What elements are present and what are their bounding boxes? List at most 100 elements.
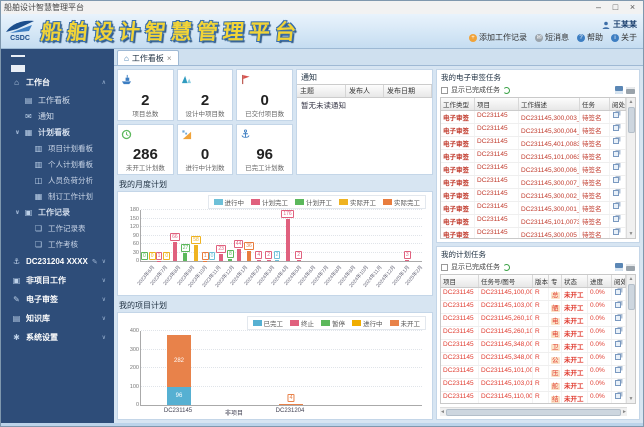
- table-row[interactable]: DC231145 DC231145,260,101 R 电未开工 0.0%: [441, 314, 626, 327]
- table-row[interactable]: 电子审签DC231145DC231145,401,0083S_R 乘…待签名: [441, 137, 626, 150]
- table-row[interactable]: DC231145DC231145,101,004JSR压未开工0.0%: [441, 366, 626, 379]
- open-item-icon[interactable]: [613, 203, 619, 209]
- show-completed-checkbox[interactable]: [441, 263, 448, 271]
- table-row[interactable]: DC231145 DC231145,348,002 R 公未开工 0.0%: [441, 353, 626, 366]
- scroll-down-arrow[interactable]: ▼: [629, 230, 634, 238]
- scroll-thumb[interactable]: [627, 107, 635, 133]
- sidebar-item-电子审签[interactable]: ✎ 电子审签 ∨: [1, 290, 114, 309]
- open-item-icon[interactable]: [615, 393, 621, 399]
- header-action-add-record[interactable]: + 添加工作记录: [469, 32, 527, 43]
- vertical-scrollbar[interactable]: ▲ ▼: [626, 98, 635, 238]
- chevron-icon[interactable]: ∨: [102, 315, 106, 322]
- refresh-icon[interactable]: [503, 86, 510, 94]
- sidebar-item-个人计划看板[interactable]: ▥ 个人计划看板: [1, 156, 114, 172]
- kpi-card-not-started-clock[interactable]: 286 未开工计划数: [117, 123, 174, 175]
- current-user[interactable]: 王某某: [602, 19, 637, 30]
- table-row[interactable]: DC231145DC231145,100,001,01R总未开工0.0%: [441, 288, 626, 301]
- open-item-icon[interactable]: [615, 341, 621, 347]
- scroll-left-arrow[interactable]: ◄: [440, 409, 445, 415]
- menu-toggle-icon[interactable]: [11, 55, 25, 65]
- header-action-help[interactable]: ? 帮助: [577, 32, 603, 43]
- sidebar-item-工作记录表[interactable]: ❏ 工作记录表: [1, 220, 114, 236]
- open-item-icon[interactable]: [615, 302, 621, 308]
- open-item-icon[interactable]: [613, 190, 619, 196]
- scroll-up-arrow[interactable]: ▲: [629, 275, 634, 283]
- open-item-icon[interactable]: [613, 112, 619, 118]
- kpi-card-delivered-flag[interactable]: 0 已交付项目数: [236, 69, 293, 121]
- horizontal-scrollbar[interactable]: ◄ ►: [440, 407, 627, 416]
- chevron-icon[interactable]: ∨: [102, 277, 106, 284]
- open-item-icon[interactable]: [613, 177, 619, 183]
- sidebar-item-制订工作计划[interactable]: ▦ 制订工作计划: [1, 188, 114, 204]
- header-action-message[interactable]: ✉ 短消息: [535, 32, 569, 43]
- kpi-card-designing[interactable]: 2 设计中项目数: [176, 69, 234, 121]
- sidebar-item-工作看板[interactable]: ▤ 工作看板: [1, 92, 114, 108]
- vertical-scrollbar[interactable]: ▲ ▼: [626, 275, 635, 403]
- chevron-icon[interactable]: ∨: [102, 258, 106, 265]
- table-row[interactable]: DC231145 DC231145,103,012 R 舵未开工 0.0%: [441, 379, 626, 392]
- open-item-icon[interactable]: [615, 315, 621, 321]
- open-item-icon[interactable]: [615, 328, 621, 334]
- show-completed-checkbox[interactable]: [441, 86, 448, 94]
- sidebar-item-工作台[interactable]: ⌂ 工作台 ∧: [1, 73, 114, 92]
- kpi-card-finished-anchor[interactable]: 96 已完工计划数: [236, 123, 293, 175]
- twisty-icon[interactable]: ∨: [15, 209, 23, 216]
- table-row[interactable]: 电子审签DC231145DC231145,300,007_R 翼桥…待签名: [441, 176, 626, 189]
- table-row[interactable]: 电子审签DC231145DC231145,101,0073S_R 机…待签名: [441, 215, 626, 228]
- sidebar-item-人员负荷分析[interactable]: ◫ 人员负荷分析: [1, 172, 114, 188]
- tab-close-icon[interactable]: ×: [167, 54, 172, 63]
- kpi-card-in-progress[interactable]: 0 进行中计划数: [176, 123, 234, 175]
- table-row[interactable]: 电子审签DC231145DC231145,300,003_R B甲…待签名: [441, 111, 626, 124]
- table-row[interactable]: 电子审签DC231145DC231145,300,001_R 上甲…待签名: [441, 202, 626, 215]
- sidebar-item-知识库[interactable]: ▤ 知识库 ∨: [1, 309, 114, 328]
- open-item-icon[interactable]: [615, 367, 621, 373]
- header-action-about[interactable]: i 关于: [611, 32, 637, 43]
- sidebar-item-通知[interactable]: ✉ 通知: [1, 108, 114, 124]
- scroll-down-arrow[interactable]: ▼: [629, 395, 634, 403]
- open-item-icon[interactable]: [613, 164, 619, 170]
- sidebar-item-系统设置[interactable]: ✱ 系统设置 ∨: [1, 328, 114, 347]
- print-icon[interactable]: [626, 86, 635, 94]
- table-row[interactable]: 电子审签DC231145DC231145,300,006_R 舵甲…待签名: [441, 163, 626, 176]
- scroll-up-arrow[interactable]: ▲: [629, 98, 634, 106]
- chevron-icon[interactable]: ∨: [102, 296, 106, 303]
- open-item-icon[interactable]: [613, 229, 619, 235]
- chevron-icon[interactable]: ∨: [102, 334, 106, 341]
- scroll-thumb[interactable]: [445, 408, 622, 416]
- sidebar-item-工作考核[interactable]: ❏ 工作考核: [1, 236, 114, 252]
- refresh-icon[interactable]: [503, 263, 510, 271]
- table-row[interactable]: 电子审签DC231145DC231145,101,0063S_R 干…待签名: [441, 150, 626, 163]
- table-row[interactable]: DC231145 DC231145,348,001 R 卫未开工 0.0%: [441, 340, 626, 353]
- table-row[interactable]: 电子审签DC231145DC231145,300,005_R D甲…待签名: [441, 228, 626, 238]
- edit-icon[interactable]: ✎: [92, 258, 98, 266]
- table-row[interactable]: DC231145DC231145,110,008,01JSR结未开工0.0%: [441, 392, 626, 403]
- sidebar-item-计划看板[interactable]: ∨ ▦ 计划看板: [1, 124, 114, 140]
- kpi-card-project-total[interactable]: 2 项目总数: [117, 69, 174, 121]
- open-item-icon[interactable]: [613, 125, 619, 131]
- sidebar-item-项目计划看板[interactable]: ▥ 项目计划看板: [1, 140, 114, 156]
- sidebar-item-非项目工作[interactable]: ▣ 非项目工作 ∨: [1, 271, 114, 290]
- chevron-icon[interactable]: ∧: [102, 79, 106, 86]
- open-item-icon[interactable]: [613, 138, 619, 144]
- export-icon[interactable]: [615, 86, 623, 94]
- tab-workboard[interactable]: ⌂ 工作看板 ×: [117, 50, 179, 65]
- table-row[interactable]: 电子审签DC231145DC231145,300,004_R C甲…待签名: [441, 124, 626, 137]
- open-item-icon[interactable]: [615, 289, 621, 295]
- open-item-icon[interactable]: [615, 380, 621, 386]
- scroll-right-arrow[interactable]: ►: [622, 409, 627, 415]
- minimize-button[interactable]: –: [591, 2, 606, 13]
- twisty-icon[interactable]: ∨: [15, 129, 23, 136]
- print-icon[interactable]: [626, 263, 635, 271]
- open-item-icon[interactable]: [613, 216, 619, 222]
- open-item-icon[interactable]: [613, 151, 619, 157]
- scroll-thumb[interactable]: [627, 284, 635, 310]
- close-button[interactable]: ×: [625, 2, 640, 13]
- table-row[interactable]: DC231145 DC231145,103,005 R 舾未开工 0.0%: [441, 301, 626, 314]
- sidebar-item-DC231204 XXXX[interactable]: ⚓ DC231204 XXXX ✎ ∨: [1, 252, 114, 271]
- maximize-button[interactable]: □: [608, 2, 623, 13]
- open-item-icon[interactable]: [615, 354, 621, 360]
- table-row[interactable]: 电子审签DC231145DC231145,300,002_R A甲…待签名: [441, 189, 626, 202]
- export-icon[interactable]: [615, 263, 623, 271]
- table-row[interactable]: DC231145DC231145,260,103MXR电未开工0.0%: [441, 327, 626, 340]
- sidebar-item-工作记录[interactable]: ∨ ▣ 工作记录: [1, 204, 114, 220]
